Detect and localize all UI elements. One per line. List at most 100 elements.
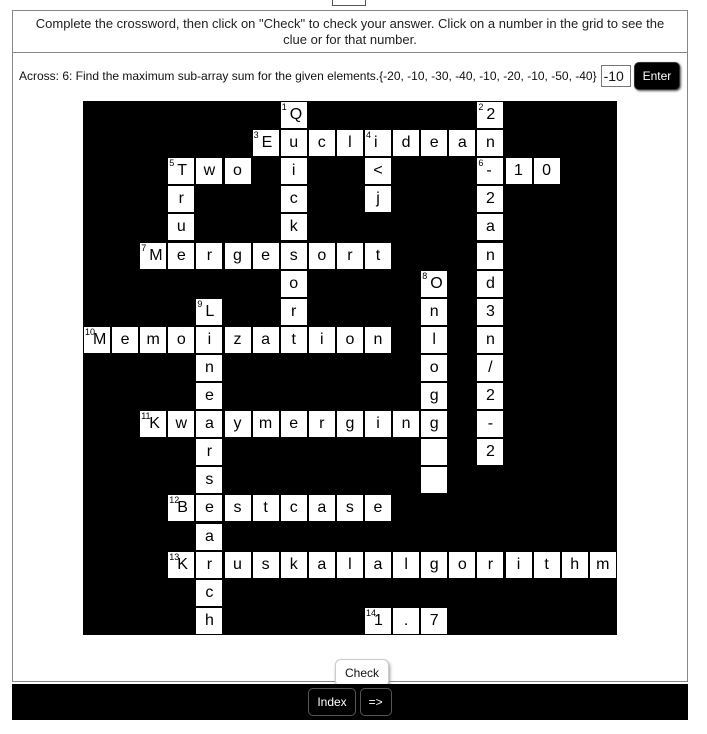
grid-cell[interactable]: l [336, 130, 363, 157]
grid-cell[interactable]: o [168, 326, 195, 353]
grid-cell[interactable]: i [196, 326, 223, 353]
grid-cell[interactable]: a [449, 130, 476, 157]
grid-cell[interactable]: c [280, 495, 307, 522]
clue-number[interactable]: 10 [85, 327, 95, 337]
grid-cell[interactable]: s [336, 495, 363, 522]
clue-number[interactable]: 14 [366, 608, 376, 618]
grid-cell[interactable]: s [224, 495, 251, 522]
grid-cell[interactable]: g [224, 242, 251, 269]
grid-cell[interactable]: 12 B [168, 495, 195, 522]
grid-cell[interactable]: g [421, 551, 448, 578]
grid-cell[interactable]: g [336, 411, 363, 438]
grid-cell[interactable]: 7M [140, 242, 167, 269]
grid-cell[interactable]: k [280, 214, 307, 241]
grid-cell[interactable]: d [393, 130, 420, 157]
clue-number[interactable]: 9 [197, 299, 202, 309]
grid-cell[interactable]: w [196, 158, 223, 185]
grid-cell[interactable]: 4i [365, 130, 391, 157]
grid-cell[interactable]: u [224, 551, 251, 578]
grid-cell[interactable]: 22 [477, 102, 504, 128]
grid-cell[interactable]: l [393, 551, 420, 578]
grid-cell[interactable]: 11 K [140, 411, 167, 438]
grid-cell[interactable]: n [365, 326, 391, 353]
grid-cell[interactable]: i [365, 411, 391, 438]
grid-cell[interactable]: t [365, 242, 391, 269]
clue-number[interactable]: 11 [141, 411, 150, 421]
grid-cell[interactable]: 10 M [84, 326, 110, 353]
index-button[interactable]: Index [308, 688, 356, 716]
grid-cell[interactable]: 2 [477, 186, 504, 213]
grid-cell[interactable]: 9L [196, 298, 223, 325]
grid-cell[interactable]: m [252, 411, 279, 438]
grid-cell[interactable]: 3E [252, 130, 279, 157]
grid-cell[interactable]: 13 K [168, 551, 195, 578]
grid-cell[interactable]: m [140, 326, 167, 353]
grid-cell[interactable]: 1Q [280, 102, 307, 128]
clue-number[interactable]: 1 [282, 102, 287, 112]
grid-cell[interactable]: n [421, 298, 448, 325]
grid-cell[interactable]: . [393, 607, 420, 634]
grid-cell[interactable]: r [196, 242, 223, 269]
clue-number[interactable]: 12 [169, 495, 179, 505]
grid-cell[interactable]: n [393, 411, 420, 438]
grid-cell[interactable]: u [168, 214, 195, 241]
clue-number[interactable]: 13 [169, 552, 179, 562]
grid-cell[interactable]: o [449, 551, 476, 578]
grid-cell[interactable]: n [477, 242, 504, 269]
clue-number[interactable]: 4 [366, 130, 371, 140]
grid-cell[interactable]: r [477, 551, 504, 578]
grid-cell[interactable]: 2 [477, 383, 504, 409]
grid-cell[interactable]: w [168, 411, 195, 438]
grid-cell[interactable]: < [365, 158, 391, 185]
grid-cell[interactable]: 0 [533, 158, 560, 185]
grid-cell[interactable]: a [196, 523, 223, 550]
grid-cell[interactable]: t [252, 495, 279, 522]
grid-cell[interactable]: t [280, 326, 307, 353]
grid-cell[interactable]: r [280, 298, 307, 325]
grid-cell[interactable]: e [421, 130, 448, 157]
grid-cell[interactable]: o [280, 270, 307, 297]
grid-cell[interactable]: m [589, 551, 616, 578]
grid-cell[interactable]: e [196, 383, 223, 409]
grid-cell[interactable]: z [224, 326, 251, 353]
grid-cell[interactable]: s [252, 551, 279, 578]
grid-cell[interactable]: i [280, 158, 307, 185]
grid-cell[interactable]: r [196, 551, 223, 578]
grid-cell[interactable]: e [365, 495, 391, 522]
grid-cell[interactable]: a [252, 326, 279, 353]
next-button[interactable]: => [359, 688, 392, 716]
grid-cell[interactable]: i [308, 326, 335, 353]
grid-cell[interactable]: g [421, 383, 448, 409]
grid-cell[interactable]: h [196, 607, 223, 634]
grid-cell[interactable]: o [308, 242, 335, 269]
clue-number[interactable]: 6 [478, 158, 483, 168]
grid-cell[interactable]: d [477, 270, 504, 297]
grid-cell[interactable]: a [308, 495, 335, 522]
grid-cell[interactable]: c [280, 186, 307, 213]
grid-cell[interactable]: 1 [505, 158, 532, 185]
grid-cell[interactable]: t [533, 551, 560, 578]
grid-cell[interactable]: a [365, 551, 391, 578]
grid-cell[interactable]: e [196, 495, 223, 522]
grid-cell[interactable]: k [280, 551, 307, 578]
grid-cell[interactable] [421, 439, 448, 466]
grid-cell[interactable]: 6- [477, 158, 504, 185]
grid-cell[interactable]: e [280, 411, 307, 438]
grid-cell[interactable]: o [336, 326, 363, 353]
grid-cell[interactable]: n [477, 326, 504, 353]
check-button[interactable]: Check [335, 659, 389, 687]
grid-cell[interactable]: - [477, 411, 504, 438]
grid-cell[interactable]: / [477, 354, 504, 381]
grid-cell[interactable]: c [308, 130, 335, 157]
grid-cell[interactable]: s [196, 467, 223, 494]
grid-cell[interactable]: c [196, 579, 223, 606]
grid-cell[interactable]: o [224, 158, 251, 185]
grid-cell[interactable] [421, 467, 448, 494]
grid-cell[interactable]: l [336, 551, 363, 578]
grid-cell[interactable]: n [196, 354, 223, 381]
grid-cell[interactable]: 14 1 [365, 607, 391, 634]
grid-cell[interactable]: r [196, 439, 223, 466]
grid-cell[interactable]: 3 [477, 298, 504, 325]
grid-cell[interactable]: a [308, 551, 335, 578]
grid-cell[interactable]: 7 [421, 607, 448, 634]
